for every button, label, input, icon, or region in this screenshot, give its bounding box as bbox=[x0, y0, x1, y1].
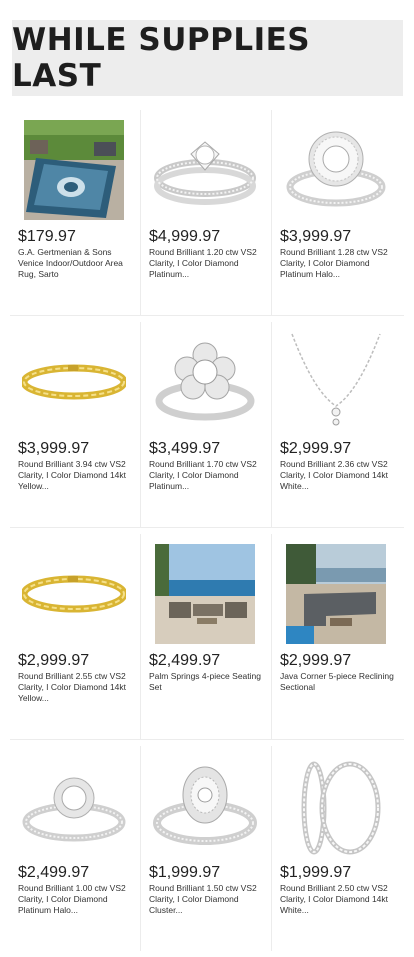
product-row: $3,999.97 Round Brilliant 3.94 ctw VS2 C… bbox=[10, 322, 404, 528]
product-card[interactable]: $2,999.97 Java Corner 5-piece Reclining … bbox=[272, 534, 403, 739]
product-card[interactable]: $179.97 G.A. Gertmenian & Sons Venice In… bbox=[10, 110, 141, 315]
patio-set-image[interactable] bbox=[153, 544, 257, 644]
product-card[interactable]: $3,999.97 Round Brilliant 3.94 ctw VS2 C… bbox=[10, 322, 141, 527]
ring-image[interactable] bbox=[153, 120, 257, 220]
product-description: Round Brilliant 2.36 ctw VS2 Clarity, I … bbox=[280, 459, 389, 491]
product-price: $3,499.97 bbox=[149, 440, 221, 457]
product-card[interactable]: $2,999.97 Round Brilliant 2.36 ctw VS2 C… bbox=[272, 322, 403, 527]
product-description: Round Brilliant 1.50 ctw VS2 Clarity, I … bbox=[149, 883, 257, 915]
product-price: $2,999.97 bbox=[18, 652, 90, 669]
product-price: $2,999.97 bbox=[280, 652, 352, 669]
product-description: Java Corner 5-piece Reclining Sectional bbox=[280, 671, 394, 692]
product-price: $179.97 bbox=[18, 228, 76, 245]
sectional-image[interactable] bbox=[284, 544, 388, 644]
rug-image[interactable] bbox=[22, 120, 126, 220]
cluster-ring-image[interactable] bbox=[153, 756, 257, 856]
product-card[interactable]: $2,999.97 Round Brilliant 2.55 ctw VS2 C… bbox=[10, 534, 141, 739]
product-card[interactable]: $3,499.97 Round Brilliant 1.70 ctw VS2 C… bbox=[141, 322, 272, 527]
product-card[interactable]: $4,999.97 Round Brilliant 1.20 ctw VS2 C… bbox=[141, 110, 272, 315]
product-grid: $179.97 G.A. Gertmenian & Sons Venice In… bbox=[10, 110, 404, 957]
halo-ring-image[interactable] bbox=[22, 756, 126, 856]
product-price: $1,999.97 bbox=[149, 864, 221, 881]
product-description: Palm Springs 4-piece Seating Set bbox=[149, 671, 261, 692]
product-price: $2,499.97 bbox=[18, 864, 90, 881]
product-price: $2,499.97 bbox=[149, 652, 221, 669]
product-description: G.A. Gertmenian & Sons Venice Indoor/Out… bbox=[18, 247, 123, 279]
product-row: $2,999.97 Round Brilliant 2.55 ctw VS2 C… bbox=[10, 534, 404, 740]
bracelet-image[interactable] bbox=[22, 544, 126, 644]
product-description: Round Brilliant 3.94 ctw VS2 Clarity, I … bbox=[18, 459, 127, 491]
product-card[interactable]: $2,499.97 Palm Springs 4-piece Seating S… bbox=[141, 534, 272, 739]
product-description: Round Brilliant 1.28 ctw VS2 Clarity, I … bbox=[280, 247, 388, 279]
bracelet-image[interactable] bbox=[22, 332, 126, 432]
promo-banner: WHILE SUPPLIES LAST bbox=[12, 20, 403, 96]
product-description: Round Brilliant 2.55 ctw VS2 Clarity, I … bbox=[18, 671, 127, 703]
necklace-image[interactable] bbox=[284, 332, 388, 432]
product-description: Round Brilliant 1.00 ctw VS2 Clarity, I … bbox=[18, 883, 126, 915]
product-price: $1,999.97 bbox=[280, 864, 352, 881]
product-description: Round Brilliant 1.70 ctw VS2 Clarity, I … bbox=[149, 459, 257, 491]
product-price: $3,999.97 bbox=[18, 440, 90, 457]
product-description: Round Brilliant 1.20 ctw VS2 Clarity, I … bbox=[149, 247, 257, 279]
product-card[interactable]: $2,499.97 Round Brilliant 1.00 ctw VS2 C… bbox=[10, 746, 141, 951]
product-price: $4,999.97 bbox=[149, 228, 221, 245]
product-card[interactable]: $3,999.97 Round Brilliant 1.28 ctw VS2 C… bbox=[272, 110, 403, 315]
product-card[interactable]: $1,999.97 Round Brilliant 1.50 ctw VS2 C… bbox=[141, 746, 272, 951]
flower-ring-image[interactable] bbox=[153, 332, 257, 432]
product-price: $2,999.97 bbox=[280, 440, 352, 457]
product-row: $179.97 G.A. Gertmenian & Sons Venice In… bbox=[10, 110, 404, 316]
product-row: $2,499.97 Round Brilliant 1.00 ctw VS2 C… bbox=[10, 746, 404, 951]
product-card[interactable]: $1,999.97 Round Brilliant 2.50 ctw VS2 C… bbox=[272, 746, 403, 951]
halo-ring-image[interactable] bbox=[284, 120, 388, 220]
product-price: $3,999.97 bbox=[280, 228, 352, 245]
product-description: Round Brilliant 2.50 ctw VS2 Clarity, I … bbox=[280, 883, 389, 915]
banner-title: WHILE SUPPLIES LAST bbox=[12, 22, 311, 94]
hoop-earrings-image[interactable] bbox=[284, 756, 388, 856]
